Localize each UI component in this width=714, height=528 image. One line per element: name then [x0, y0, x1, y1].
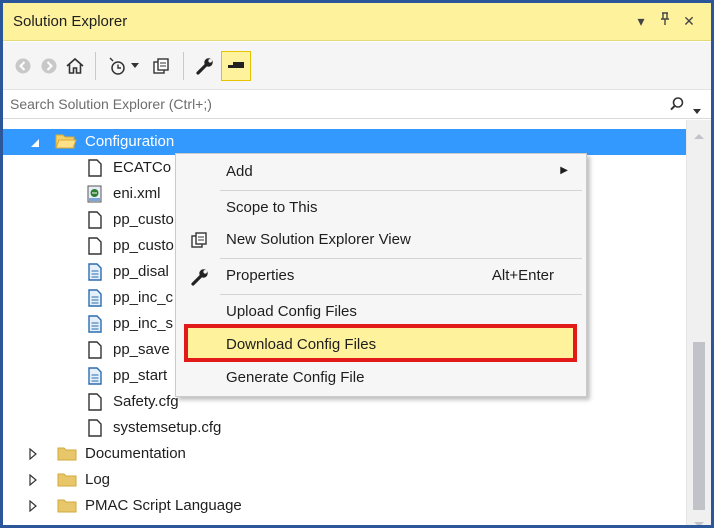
context-menu: Add ▶ Scope to This New Solution Explore…	[175, 153, 587, 397]
tree-item-label: Log	[85, 471, 111, 488]
menu-item-download-config-files[interactable]: Download Config Files	[184, 324, 577, 362]
text-file-icon	[87, 314, 105, 334]
collapsed-arrow-icon[interactable]	[29, 473, 41, 487]
menu-item-label: New Solution Explorer View	[226, 231, 411, 248]
tree-item-label: systemsetup.cfg	[113, 419, 222, 436]
properties-wrench-icon[interactable]	[191, 51, 219, 81]
tree-item-label: pp_disal	[113, 263, 169, 280]
scrollbar-thumb[interactable]	[693, 342, 705, 510]
menu-item-shortcut: Alt+Enter	[491, 267, 554, 284]
scroll-down-icon[interactable]	[694, 515, 704, 525]
search-input[interactable]: Search Solution Explorer (Ctrl+;)	[10, 96, 212, 112]
menu-item-label: Add	[226, 163, 253, 180]
menu-item-label: Properties	[226, 267, 295, 284]
text-file-icon	[87, 288, 105, 308]
file-icon	[87, 158, 105, 178]
folder-open-icon	[55, 132, 77, 152]
tree-item-label: pp_inc_c	[113, 289, 174, 306]
submenu-arrow-icon: ▶	[560, 165, 568, 176]
tree-item-label: pp_save	[113, 341, 170, 358]
back-icon[interactable]	[9, 51, 37, 81]
menu-item-properties[interactable]: Properties Alt+Enter	[178, 260, 584, 292]
file-icon	[87, 418, 105, 438]
text-file-icon	[87, 262, 105, 282]
tree-item-log[interactable]: Log	[3, 467, 686, 493]
menu-item-label: Scope to This	[226, 199, 318, 216]
tree-item-label: pp_custo	[113, 237, 174, 254]
tree-item-documentation[interactable]: Documentation	[3, 441, 686, 467]
preview-pin-icon[interactable]	[221, 51, 251, 81]
folder-icon	[57, 496, 77, 516]
tree-item-pmac-script-language[interactable]: PMAC Script Language	[3, 493, 686, 519]
tree-item-label: Configuration	[85, 133, 175, 150]
close-icon[interactable]: ✕	[679, 10, 699, 32]
file-icon	[87, 392, 105, 412]
tree-item-label: PMAC Script Language	[85, 497, 242, 514]
pin-icon[interactable]	[655, 10, 675, 32]
menu-item-add[interactable]: Add ▶	[178, 156, 584, 188]
tree-item-label: Safety.cfg	[113, 393, 179, 410]
menu-item-label: Upload Config Files	[226, 303, 357, 320]
sync-view-icon[interactable]	[147, 51, 175, 81]
collapsed-arrow-icon[interactable]	[29, 447, 41, 461]
tree-item-label: Documentation	[85, 445, 186, 462]
solution-explorer-window: Solution Explorer ▾ ✕ Search Solution Ex…	[0, 0, 714, 528]
toolbar	[3, 42, 711, 90]
collapsed-arrow-icon[interactable]	[29, 499, 41, 513]
tree-item-file[interactable]: systemsetup.cfg	[3, 415, 686, 441]
menu-item-label: Download Config Files	[226, 336, 377, 353]
new-view-icon	[190, 231, 210, 251]
tree-item-label: eni.xml	[113, 185, 161, 202]
tree-item-label: pp_custo	[113, 211, 174, 228]
vertical-scrollbar[interactable]	[686, 120, 711, 525]
tree-item-label: pp_inc_s	[113, 315, 174, 332]
search-options-dropdown-icon[interactable]	[693, 102, 701, 119]
folder-icon	[57, 444, 77, 464]
file-icon	[87, 210, 105, 230]
file-icon	[87, 340, 105, 360]
search-icon[interactable]	[669, 96, 685, 116]
tree-item-configuration[interactable]: Configuration	[3, 129, 686, 155]
home-icon[interactable]	[61, 51, 89, 81]
history-dropdown-icon[interactable]	[127, 51, 143, 81]
wrench-icon	[190, 267, 210, 287]
text-file-icon	[87, 366, 105, 386]
menu-item-scope-to-this[interactable]: Scope to This	[178, 192, 584, 224]
menu-item-new-solution-explorer-view[interactable]: New Solution Explorer View	[178, 224, 584, 256]
expanded-arrow-icon[interactable]	[30, 135, 42, 149]
folder-icon	[57, 470, 77, 490]
tree-item-label: pp_start	[113, 367, 168, 384]
scroll-up-icon[interactable]	[694, 127, 704, 144]
window-options-dropdown-icon[interactable]: ▾	[631, 10, 651, 32]
forward-icon[interactable]	[35, 51, 63, 81]
menu-item-generate-config-file[interactable]: Generate Config File	[178, 362, 584, 394]
window-title: Solution Explorer	[13, 13, 128, 30]
xml-file-icon	[86, 184, 104, 204]
title-bar: Solution Explorer ▾ ✕	[3, 3, 711, 41]
menu-item-label: Generate Config File	[226, 369, 365, 386]
tree-item-label: ECATCo	[113, 159, 172, 176]
search-box[interactable]: Search Solution Explorer (Ctrl+;)	[3, 91, 711, 119]
file-icon	[87, 236, 105, 256]
